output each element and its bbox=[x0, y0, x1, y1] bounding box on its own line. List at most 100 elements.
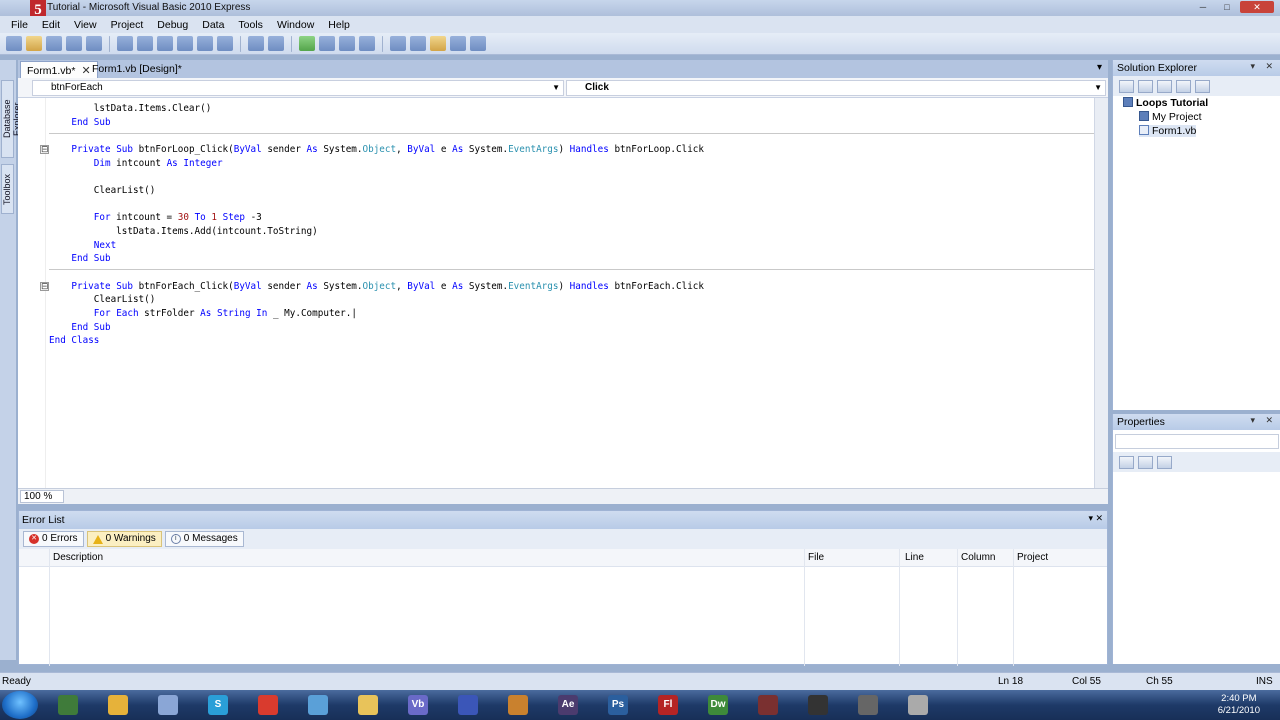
comment-icon[interactable] bbox=[197, 36, 213, 51]
taskbar-app-button[interactable] bbox=[498, 692, 538, 718]
errors-filter-button[interactable]: ✕ 0 Errors bbox=[23, 531, 84, 547]
view-designer-icon[interactable] bbox=[1195, 79, 1210, 93]
start-button[interactable] bbox=[2, 691, 38, 719]
show-all-files-icon[interactable] bbox=[1138, 79, 1153, 93]
method-name-dropdown[interactable]: Click ▼ bbox=[566, 80, 1106, 96]
code-line[interactable]: Private Sub btnForLoop_Click(ByVal sende… bbox=[49, 143, 704, 157]
taskbar-app-button[interactable] bbox=[798, 692, 838, 718]
code-line[interactable]: For intcount = 30 To 1 Step -3 bbox=[49, 211, 704, 225]
code-line[interactable]: For Each strFolder As String In _ My.Com… bbox=[49, 307, 704, 321]
categorized-icon[interactable] bbox=[1119, 455, 1134, 469]
refresh-icon[interactable] bbox=[1157, 79, 1172, 93]
taskbar-app-button[interactable]: S bbox=[198, 692, 238, 718]
properties-object-selector[interactable] bbox=[1115, 434, 1279, 449]
code-line[interactable]: End Sub bbox=[49, 252, 704, 266]
messages-filter-button[interactable]: i0 Messages bbox=[164, 531, 244, 547]
menu-edit[interactable]: Edit bbox=[35, 19, 67, 31]
properties-icon[interactable] bbox=[1119, 79, 1134, 93]
editor-vertical-scrollbar[interactable] bbox=[1094, 98, 1108, 488]
taskbar-app-button[interactable] bbox=[148, 692, 188, 718]
taskbar-app-button[interactable] bbox=[848, 692, 888, 718]
alphabetical-icon[interactable] bbox=[1138, 455, 1153, 469]
minimize-button[interactable]: ─ bbox=[1192, 1, 1214, 13]
toolbox-icon[interactable] bbox=[430, 36, 446, 51]
code-line[interactable]: ​ bbox=[49, 129, 704, 143]
properties-icon[interactable] bbox=[410, 36, 426, 51]
column-project[interactable]: Project bbox=[1017, 552, 1048, 563]
tree-item-my-project[interactable]: My Project bbox=[1139, 111, 1202, 123]
tab-form1-design[interactable]: Form1.vb [Design]* bbox=[86, 61, 188, 78]
paste-icon[interactable] bbox=[157, 36, 173, 51]
code-line[interactable]: ​ bbox=[49, 198, 704, 212]
code-line[interactable]: End Sub bbox=[49, 116, 704, 130]
taskbar-app-button[interactable]: Ae bbox=[548, 692, 588, 718]
taskbar-app-button[interactable] bbox=[898, 692, 938, 718]
column-line[interactable]: Line bbox=[905, 552, 924, 563]
close-button[interactable]: ✕ bbox=[1240, 1, 1274, 13]
database-explorer-tab[interactable]: Database Explorer bbox=[1, 80, 22, 158]
menu-project[interactable]: Project bbox=[104, 19, 151, 31]
tab-list-dropdown-icon[interactable]: ▾ bbox=[1097, 62, 1102, 73]
taskbar-app-button[interactable]: Fl bbox=[648, 692, 688, 718]
redo-icon[interactable] bbox=[268, 36, 284, 51]
toolbar-options-icon[interactable] bbox=[470, 36, 486, 51]
warnings-filter-button[interactable]: 0 Warnings bbox=[86, 531, 162, 547]
code-text[interactable]: lstData.Items.Clear() End Sub​ Private S… bbox=[49, 102, 704, 348]
column-file[interactable]: File bbox=[808, 552, 824, 563]
menu-data[interactable]: Data bbox=[195, 19, 231, 31]
panel-controls[interactable]: ▾ ✕ bbox=[1250, 61, 1277, 72]
taskbar-app-button[interactable] bbox=[348, 692, 388, 718]
column-description[interactable]: Description bbox=[53, 552, 103, 563]
find-icon[interactable] bbox=[177, 36, 193, 51]
zoom-level-dropdown[interactable]: 100 % bbox=[20, 490, 64, 503]
tree-item-solution[interactable]: Loops Tutorial bbox=[1123, 97, 1208, 109]
error-list-icon[interactable] bbox=[450, 36, 466, 51]
taskbar-app-button[interactable]: Dw bbox=[698, 692, 738, 718]
taskbar-app-button[interactable] bbox=[248, 692, 288, 718]
open-file-icon[interactable] bbox=[26, 36, 42, 51]
code-line[interactable]: ​ bbox=[49, 170, 704, 184]
new-project-icon[interactable] bbox=[6, 36, 22, 51]
code-line[interactable]: ​ bbox=[49, 266, 704, 280]
taskbar-app-button[interactable] bbox=[48, 692, 88, 718]
code-line[interactable]: Private Sub btnForEach_Click(ByVal sende… bbox=[49, 280, 704, 294]
step-into-icon[interactable] bbox=[339, 36, 355, 51]
code-line[interactable]: Dim intcount As Integer bbox=[49, 157, 704, 171]
taskbar-app-button[interactable] bbox=[98, 692, 138, 718]
save-all-icon[interactable] bbox=[86, 36, 102, 51]
code-line[interactable]: Next bbox=[49, 239, 704, 253]
maximize-button[interactable]: □ bbox=[1216, 1, 1238, 13]
code-line[interactable]: lstData.Items.Add(intcount.ToString) bbox=[49, 225, 704, 239]
copy-icon[interactable] bbox=[137, 36, 153, 51]
save-icon[interactable] bbox=[66, 36, 82, 51]
code-line[interactable]: ClearList() bbox=[49, 184, 704, 198]
property-pages-icon[interactable] bbox=[1157, 455, 1172, 469]
class-name-dropdown[interactable]: btnForEach ▼ bbox=[32, 80, 564, 96]
cut-icon[interactable] bbox=[117, 36, 133, 51]
code-line[interactable]: End Class bbox=[49, 334, 704, 348]
menu-tools[interactable]: Tools bbox=[231, 19, 270, 31]
add-item-icon[interactable] bbox=[46, 36, 62, 51]
menu-help[interactable]: Help bbox=[321, 19, 357, 31]
taskbar-app-button[interactable] bbox=[448, 692, 488, 718]
tree-item-form1[interactable]: Form1.vb bbox=[1139, 125, 1197, 137]
view-code-icon[interactable] bbox=[1176, 79, 1191, 93]
system-clock[interactable]: 2:40 PM 6/21/2010 bbox=[1218, 693, 1260, 717]
start-debugging-icon[interactable] bbox=[299, 36, 315, 51]
column-column[interactable]: Column bbox=[961, 552, 995, 563]
code-line[interactable]: lstData.Items.Clear() bbox=[49, 102, 704, 116]
uncomment-icon[interactable] bbox=[217, 36, 233, 51]
menu-file[interactable]: File bbox=[4, 19, 35, 31]
stop-icon[interactable] bbox=[319, 36, 335, 51]
taskbar-app-button[interactable]: Vb bbox=[398, 692, 438, 718]
taskbar-app-button[interactable] bbox=[748, 692, 788, 718]
taskbar-app-button[interactable] bbox=[298, 692, 338, 718]
menu-window[interactable]: Window bbox=[270, 19, 321, 31]
panel-controls[interactable]: ▾ ✕ bbox=[1088, 513, 1103, 524]
collapse-region-icon[interactable]: ⊟ bbox=[40, 282, 49, 291]
panel-controls[interactable]: ▾ ✕ bbox=[1250, 415, 1277, 426]
code-line[interactable]: End Sub bbox=[49, 321, 704, 335]
undo-icon[interactable] bbox=[248, 36, 264, 51]
solution-explorer-icon[interactable] bbox=[390, 36, 406, 51]
taskbar-app-button[interactable]: Ps bbox=[598, 692, 638, 718]
